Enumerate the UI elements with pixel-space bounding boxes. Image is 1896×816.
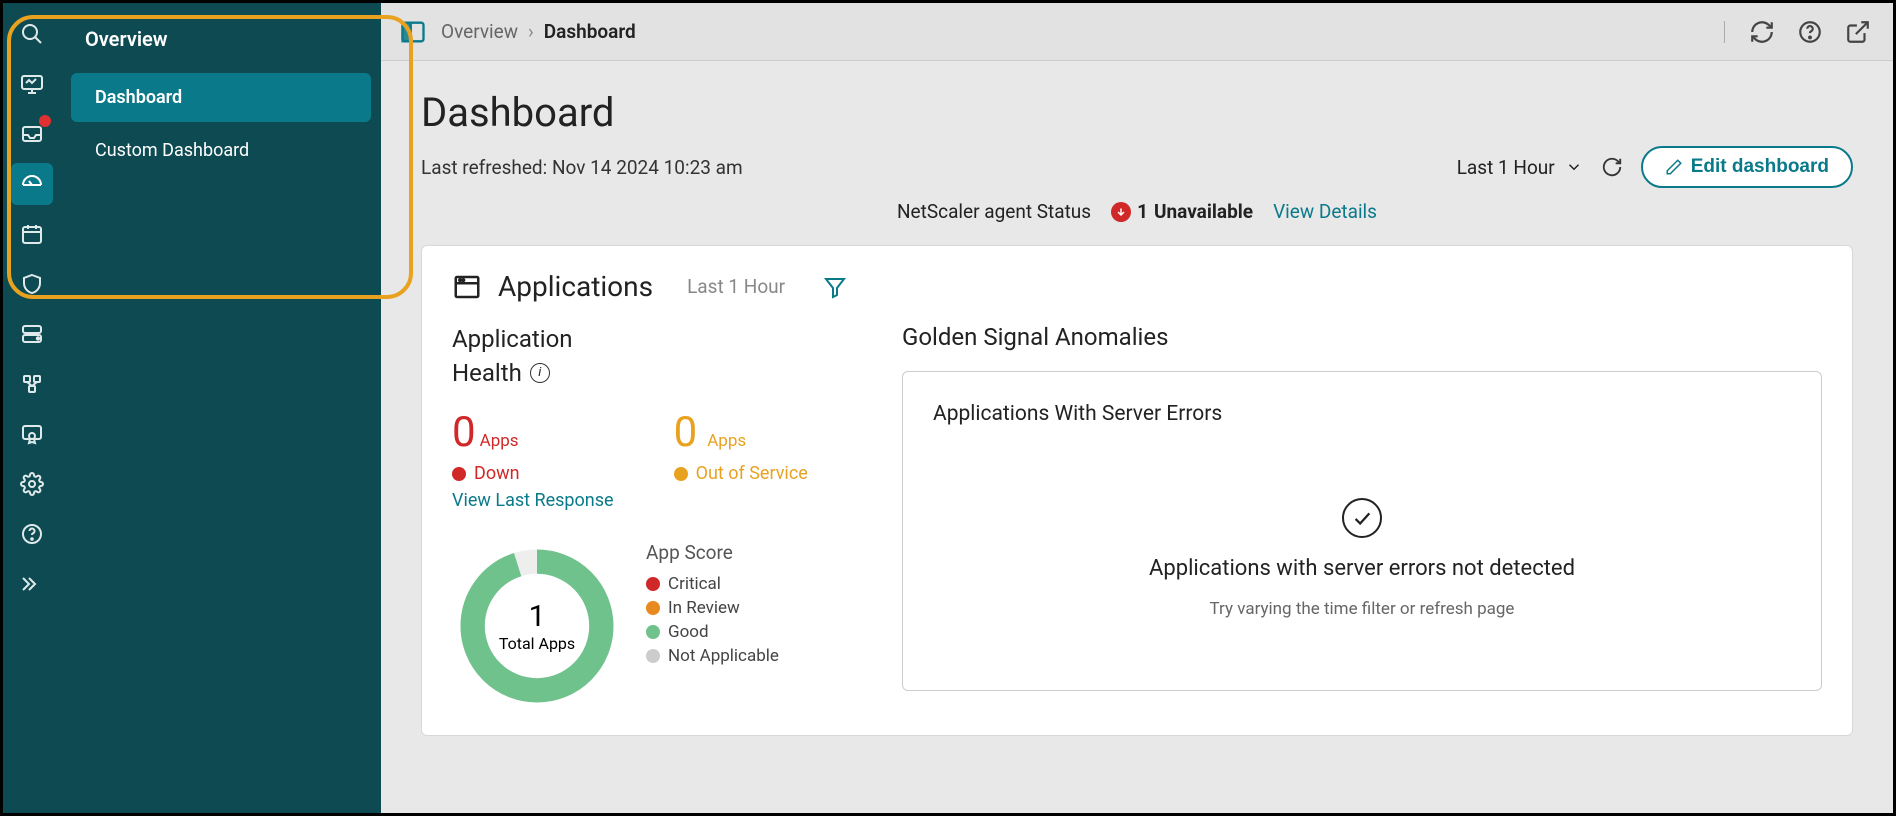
sidebar-item-custom-dashboard[interactable]: Custom Dashboard — [71, 126, 371, 175]
legend-dot-icon — [646, 649, 660, 663]
agent-count: 1 — [1137, 200, 1148, 223]
empty-hint: Try varying the time filter or refresh p… — [1210, 599, 1515, 619]
servers-icon[interactable] — [11, 313, 53, 355]
down-count: 0 — [452, 408, 476, 457]
content: Dashboard Last refreshed: Nov 14 2024 10… — [381, 61, 1893, 813]
window-icon — [452, 272, 482, 302]
side-panel: Overview Dashboard Custom Dashboard — [61, 3, 381, 813]
settings-gear-icon[interactable] — [11, 463, 53, 505]
agent-status-value: 1 Unavailable — [1111, 200, 1253, 223]
shield-icon[interactable] — [11, 263, 53, 305]
legend-label: Good — [668, 622, 709, 642]
breadcrumb-current: Dashboard — [544, 20, 636, 43]
agent-status-row: NetScaler agent Status 1 Unavailable Vie… — [421, 200, 1853, 223]
legend-item: Critical — [646, 574, 779, 594]
expand-icon[interactable] — [11, 563, 53, 605]
legend-label: Not Applicable — [668, 646, 779, 666]
chevron-down-icon — [1565, 158, 1583, 176]
down-apps-label: Apps — [480, 431, 519, 451]
application-health-section: Application Health i 0Apps Down View Las… — [452, 323, 862, 711]
certificate-icon[interactable] — [11, 413, 53, 455]
inbox-icon[interactable] — [11, 113, 53, 155]
app-score-donut: 1 Total Apps — [452, 541, 622, 711]
panel-toggle-icon[interactable] — [399, 18, 427, 46]
oos-label: Out of Service — [696, 463, 808, 484]
legend-label: In Review — [668, 598, 740, 618]
info-icon[interactable]: i — [530, 363, 550, 383]
orange-dot-icon — [674, 467, 688, 481]
server-errors-box: Applications With Server Errors Applicat… — [902, 371, 1822, 691]
golden-signal-section: Golden Signal Anomalies Applications Wit… — [902, 323, 1822, 711]
help-circle-icon[interactable] — [1793, 15, 1827, 49]
app-score-legend: App Score Critical In Review Good Not Appli… — [646, 541, 779, 670]
side-panel-title: Overview — [61, 17, 381, 69]
search-icon[interactable] — [11, 13, 53, 55]
oos-apps-stat: 0 Apps Out of Service — [674, 408, 808, 513]
agent-view-details-link[interactable]: View Details — [1273, 200, 1377, 223]
down-apps-stat: 0Apps Down View Last Response — [452, 408, 614, 513]
network-icon[interactable] — [11, 363, 53, 405]
red-dot-icon — [452, 467, 466, 481]
pencil-icon — [1665, 158, 1683, 176]
donut-total: 1 — [529, 599, 546, 634]
legend-item: Not Applicable — [646, 646, 779, 666]
main-area: Overview › Dashboard Dashboard Last refr… — [381, 3, 1893, 813]
legend-dot-icon — [646, 577, 660, 591]
topbar: Overview › Dashboard — [381, 3, 1893, 61]
donut-label: Total Apps — [499, 634, 575, 653]
filter-icon[interactable] — [823, 275, 847, 299]
time-range-select[interactable]: Last 1 Hour — [1457, 156, 1583, 179]
divider — [1724, 21, 1725, 43]
legend-item: Good — [646, 622, 779, 642]
server-errors-title: Applications With Server Errors — [933, 402, 1791, 426]
breadcrumb: Overview › Dashboard — [441, 20, 636, 43]
page-title: Dashboard — [421, 89, 1853, 136]
calendar-icon[interactable] — [11, 213, 53, 255]
card-header: Applications Last 1 Hour — [452, 270, 1822, 303]
time-range-label: Last 1 Hour — [1457, 156, 1555, 179]
breadcrumb-root[interactable]: Overview — [441, 20, 518, 43]
application-health-title: Application — [452, 323, 862, 357]
last-refreshed: Last refreshed: Nov 14 2024 10:23 am — [421, 156, 743, 179]
icon-rail — [3, 3, 61, 813]
legend-title: App Score — [646, 541, 779, 564]
agent-status-label: NetScaler agent Status — [897, 200, 1091, 223]
edit-dashboard-button[interactable]: Edit dashboard — [1641, 146, 1853, 188]
down-arrow-icon — [1111, 202, 1131, 222]
edit-dashboard-label: Edit dashboard — [1691, 156, 1829, 178]
notification-dot — [39, 115, 51, 127]
check-circle-icon — [1342, 498, 1382, 538]
legend-label: Critical — [668, 574, 721, 594]
legend-item: In Review — [646, 598, 779, 618]
oos-count: 0 — [674, 408, 698, 457]
golden-signal-title: Golden Signal Anomalies — [902, 323, 1822, 351]
sidebar-item-dashboard[interactable]: Dashboard — [71, 73, 371, 122]
refresh-icon[interactable] — [1745, 15, 1779, 49]
application-health-title2: Health i — [452, 357, 862, 391]
dashboard-gauge-icon[interactable] — [11, 163, 53, 205]
legend-dot-icon — [646, 601, 660, 615]
refresh-row: Last refreshed: Nov 14 2024 10:23 am Las… — [421, 146, 1853, 188]
external-link-icon[interactable] — [1841, 15, 1875, 49]
agent-status-text: Unavailable — [1154, 200, 1253, 223]
monitor-icon[interactable] — [11, 63, 53, 105]
empty-message: Applications with server errors not dete… — [1149, 556, 1575, 581]
oos-apps-label: Apps — [707, 431, 746, 451]
down-label: Down — [474, 463, 520, 484]
chevron-right-icon: › — [528, 20, 534, 43]
legend-dot-icon — [646, 625, 660, 639]
refresh-small-icon[interactable] — [1599, 154, 1625, 180]
applications-time-range: Last 1 Hour — [687, 275, 785, 298]
applications-card: Applications Last 1 Hour Application Hea… — [421, 245, 1853, 736]
applications-title: Applications — [498, 270, 653, 303]
view-last-response-link[interactable]: View Last Response — [452, 488, 614, 513]
help-icon[interactable] — [11, 513, 53, 555]
